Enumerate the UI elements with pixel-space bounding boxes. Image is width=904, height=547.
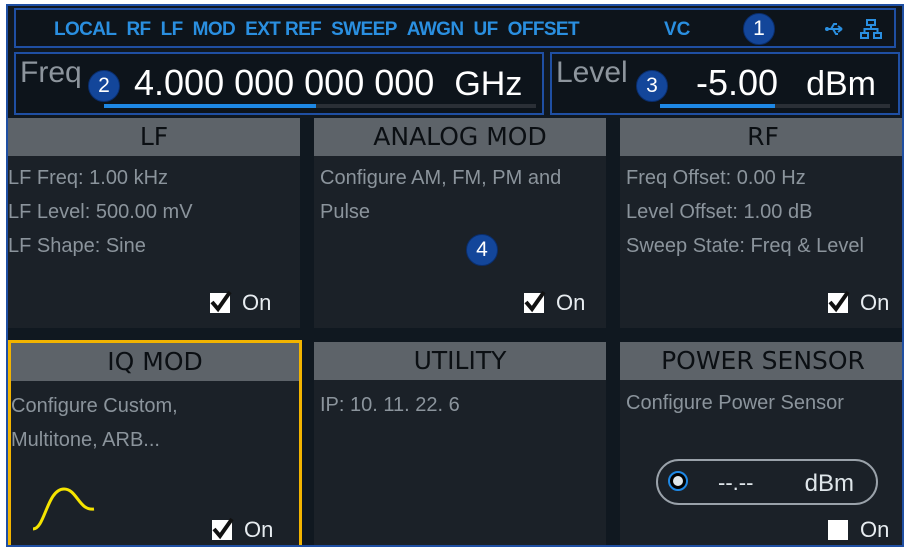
- network-icon: [860, 18, 882, 40]
- analog-mod-on-label: On: [556, 290, 586, 315]
- checkbox-checked-icon: [524, 290, 546, 313]
- frequency-label: Freq: [20, 56, 82, 89]
- level-readout: -5.00 dBm: [696, 62, 876, 104]
- analog-mod-on-toggle[interactable]: On: [524, 290, 585, 316]
- iq-mod-on-toggle[interactable]: On: [212, 517, 273, 543]
- status-offset[interactable]: OFFSET: [508, 19, 580, 41]
- lf-line-shape: LF Shape: Sine: [8, 235, 146, 257]
- instrument-screen: LOCAL RF LF MOD EXT REF SWEEP AWGN UF OF…: [6, 4, 904, 547]
- power-sensor-line-1: Configure Power Sensor: [626, 392, 844, 414]
- tile-lf-title: LF: [8, 118, 300, 156]
- level-unit: dBm: [806, 65, 876, 103]
- iq-mod-line-2: Multitone, ARB...: [11, 429, 160, 451]
- iq-mod-on-label: On: [244, 517, 274, 542]
- power-sensor-reading: --.--: [718, 470, 754, 495]
- rf-line-freq-offset: Freq Offset: 0.00 Hz: [626, 167, 806, 189]
- tile-iq-mod-title: IQ MOD: [11, 343, 299, 381]
- iq-mod-line-1: Configure Custom,: [11, 395, 178, 417]
- status-mod[interactable]: MOD: [193, 19, 236, 41]
- power-sensor-readout[interactable]: --.-- dBm: [656, 459, 878, 505]
- tile-analog-mod-title: ANALOG MOD: [314, 118, 606, 156]
- status-rf[interactable]: RF: [126, 19, 151, 41]
- status-vc[interactable]: VC: [664, 19, 690, 41]
- lf-line-level: LF Level: 500.00 mV: [8, 201, 193, 223]
- frequency-value: 4.000 000 000 000: [134, 62, 435, 103]
- sine-wave-icon: [31, 483, 97, 542]
- rf-on-label: On: [860, 290, 890, 315]
- annotation-badge-1: 1: [743, 13, 775, 45]
- rf-on-toggle[interactable]: On: [828, 290, 889, 316]
- checkbox-checked-icon: [828, 290, 850, 313]
- power-sensor-on-toggle[interactable]: On: [828, 517, 889, 543]
- status-sweep[interactable]: SWEEP: [331, 19, 397, 41]
- tile-analog-mod[interactable]: ANALOG MOD Configure AM, FM, PM and Puls…: [314, 118, 606, 328]
- level-label: Level: [556, 56, 628, 89]
- power-sensor-unit: dBm: [804, 470, 854, 497]
- annotation-badge-2: 2: [88, 70, 120, 102]
- frequency-slider-fill: [104, 104, 316, 108]
- tile-power-sensor[interactable]: POWER SENSOR Configure Power Sensor --.-…: [620, 342, 902, 545]
- rf-line-level-offset: Level Offset: 1.00 dB: [626, 201, 813, 223]
- frequency-readout: 4.000 000 000 000 GHz: [134, 62, 522, 104]
- tile-utility[interactable]: UTILITY IP: 10. 11. 22. 6: [314, 342, 606, 545]
- frequency-unit: GHz: [454, 65, 523, 103]
- tile-iq-mod[interactable]: IQ MOD Configure Custom, Multitone, ARB.…: [8, 340, 302, 545]
- status-awgn[interactable]: AWGN: [407, 19, 464, 41]
- lf-line-freq: LF Freq: 1.00 kHz: [8, 167, 169, 189]
- status-local[interactable]: LOCAL: [54, 19, 117, 41]
- level-slider-fill: [660, 104, 775, 108]
- frequency-slider[interactable]: [104, 104, 536, 108]
- analog-mod-line-1: Configure AM, FM, PM and: [320, 167, 562, 189]
- level-field[interactable]: Level -5.00 dBm: [550, 52, 900, 115]
- level-value: -5.00: [696, 62, 779, 103]
- status-lf[interactable]: LF: [161, 19, 184, 41]
- tile-lf[interactable]: LF LF Freq: 1.00 kHz LF Level: 500.00 mV…: [8, 118, 300, 328]
- tile-power-sensor-title: POWER SENSOR: [620, 342, 902, 380]
- lf-on-label: On: [242, 290, 272, 315]
- lf-on-toggle[interactable]: On: [210, 290, 271, 316]
- rf-line-sweep-state: Sweep State: Freq & Level: [626, 235, 864, 257]
- annotation-badge-3: 3: [636, 70, 668, 102]
- radio-indicator-icon: [668, 471, 688, 491]
- status-items: LOCAL RF LF MOD EXT REF SWEEP AWGN UF OF…: [54, 19, 580, 41]
- tile-rf-title: RF: [620, 118, 902, 156]
- tile-utility-title: UTILITY: [314, 342, 606, 380]
- status-icons: [824, 18, 882, 40]
- utility-ip: IP: 10. 11. 22. 6: [320, 394, 460, 416]
- power-sensor-on-label: On: [860, 517, 890, 542]
- checkbox-checked-icon: [210, 290, 232, 313]
- checkbox-checked-icon: [212, 517, 234, 540]
- status-ext-ref[interactable]: EXT REF: [245, 19, 322, 41]
- annotation-badge-4: 4: [466, 234, 498, 266]
- usb-icon: [824, 18, 846, 40]
- checkbox-unchecked-icon: [828, 520, 848, 540]
- level-slider[interactable]: [660, 104, 890, 108]
- status-uf[interactable]: UF: [474, 19, 499, 41]
- tile-rf[interactable]: RF Freq Offset: 0.00 Hz Level Offset: 1.…: [620, 118, 902, 328]
- analog-mod-line-2: Pulse: [320, 201, 371, 223]
